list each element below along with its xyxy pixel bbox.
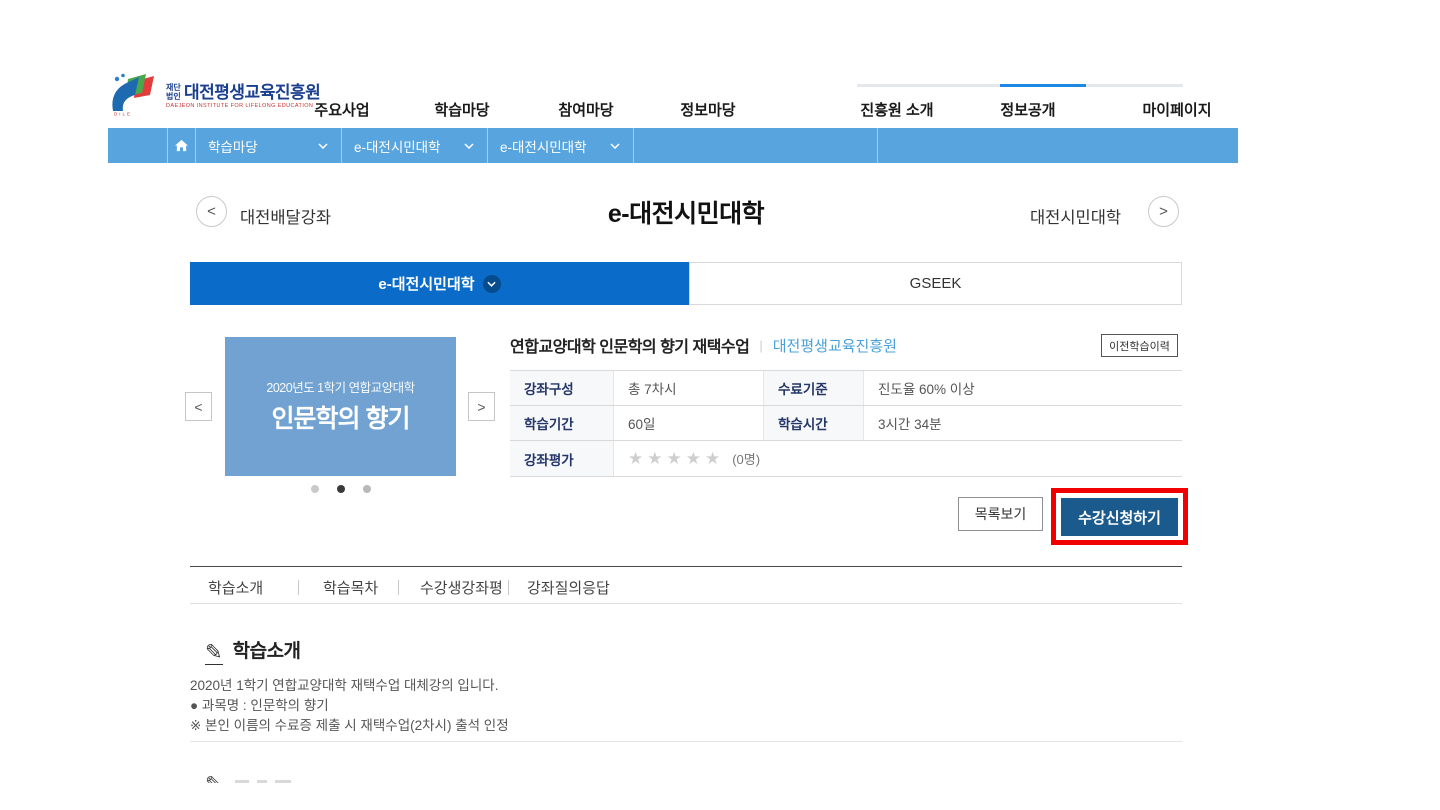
list-view-button[interactable]: 목록보기 [958,497,1043,531]
previous-learning-history-button[interactable]: 이전학습이력 [1101,334,1178,357]
breadcrumb-select-learning[interactable]: 학습마당 [195,128,341,163]
logo-name: 대전평생교육진흥원 [184,84,320,101]
intro-line: ※ 본인 이름의 수료증 제출 시 재택수업(2차시) 출석 인정 [190,716,1090,736]
chevron-down-icon [483,275,501,293]
course-thumbnail: 2020년도 1학기 연합교양대학 인문학의 향기 [225,337,456,476]
content-divider [190,741,1182,742]
pencil-icon: ✎ [205,642,223,665]
star-rating-icons: ★★★★★ [628,449,724,469]
info-value: 총 7차시 [614,371,764,405]
chevron-down-icon [464,143,474,149]
nav-item-participation[interactable]: 참여마당 [558,99,613,120]
tab-course-qna[interactable]: 강좌질의응답 [527,577,610,598]
logo-prefix: 재단법인 [166,84,182,102]
chevron-down-icon [318,143,328,149]
intro-line: 2020년 1학기 연합교양대학 재택수업 대체강의 입니다. [190,676,1090,696]
tab-student-reviews[interactable]: 수강생강좌평 [420,577,503,598]
chevron-right-icon: > [477,399,485,415]
course-info-table: 강좌구성 총 7차시 수료기준 진도율 60% 이상 학습기간 60일 학습시간… [510,370,1182,477]
table-row: 강좌구성 총 7차시 수료기준 진도율 60% 이상 [510,371,1182,406]
nav-item-about[interactable]: 진흥원 소개 [860,99,933,120]
thumbnail-title: 인문학의 향기 [225,399,456,435]
svg-text:DILE: DILE [114,112,132,117]
info-label: 학습기간 [510,406,614,440]
info-value: 3시간 34분 [864,406,1182,440]
info-value: 60일 [614,406,764,440]
next-category-button[interactable]: > [1148,196,1179,227]
logo-icon: DILE [108,72,160,121]
tab-e-daejeon-citizen[interactable]: e-대전시민대학 [190,262,689,305]
breadcrumb: 학습마당 e-대전시민대학 e-대전시민대학 [108,128,1238,163]
course-title: 연합교양대학 인문학의 향기 재택수업 [510,333,749,357]
section-divider-dark [190,566,1182,567]
carousel-dot-2-active[interactable] [337,485,345,493]
table-row: 강좌평가 ★★★★★ (0명) [510,441,1182,477]
nav-item-information[interactable]: 정보마당 [680,99,735,120]
table-row: 학습기간 60일 학습시간 3시간 34분 [510,406,1182,441]
intro-text: 2020년 1학기 연합교양대학 재택수업 대체강의 입니다. ● 과목명 : … [190,676,1090,736]
tab-gseek[interactable]: GSEEK [689,262,1182,305]
carousel-dot-1[interactable] [311,485,319,493]
rating-count: (0명) [732,449,760,468]
info-label: 강좌평가 [510,441,614,476]
nav-indicator-segment [1000,84,1086,87]
info-label: 학습시간 [764,406,864,440]
nav-item-learning[interactable]: 학습마당 [434,99,489,120]
carousel-prev-button[interactable]: < [185,392,212,421]
nav-indicator-track [857,84,1183,87]
pencil-icon: ✎ [205,772,223,783]
site-logo[interactable]: DILE 재단법인 대전평생교육진흥원 DAEJEON INSTITUTE FO… [108,72,320,121]
section-divider-light [190,603,1182,604]
breadcrumb-select-ecitizen-2[interactable]: e-대전시민대학 [487,128,633,163]
chevron-down-icon [610,143,620,149]
info-label: 수료기준 [764,371,864,405]
nav-item-mypage[interactable]: 마이페이지 [1142,99,1211,120]
home-icon[interactable] [167,128,195,163]
intro-line: ● 과목명 : 인문학의 향기 [190,696,1090,716]
enroll-button[interactable]: 수강신청하기 [1061,498,1178,536]
logo-subtitle: DAEJEON INSTITUTE FOR LIFELONG EDUCATION [166,104,320,110]
chevron-left-icon: < [194,399,202,415]
next-section-peek: ✎ [205,772,465,783]
nav-item-major-business[interactable]: 주요사업 [314,99,369,120]
breadcrumb-select-ecitizen-1[interactable]: e-대전시민대학 [341,128,487,163]
page: DILE 재단법인 대전평생교육진흥원 DAEJEON INSTITUTE FO… [0,0,1440,810]
info-value: 진도율 60% 이상 [864,371,1182,405]
carousel-dot-3[interactable] [363,485,371,493]
carousel-next-button[interactable]: > [468,392,495,421]
thumbnail-subtitle: 2020년도 1학기 연합교양대학 [225,377,456,396]
chevron-right-icon: > [1159,203,1168,220]
carousel-dots [225,485,456,493]
tab-course-intro[interactable]: 학습소개 [208,577,263,598]
course-provider-link[interactable]: 대전평생교육진흥원 [773,335,897,356]
next-category-label[interactable]: 대전시민대학 [1030,204,1121,228]
tab-course-contents[interactable]: 학습목차 [323,577,378,598]
nav-item-disclosure[interactable]: 정보공개 [1000,99,1055,120]
intro-section-heading: 학습소개 [233,636,301,663]
info-label: 강좌구성 [510,371,614,405]
